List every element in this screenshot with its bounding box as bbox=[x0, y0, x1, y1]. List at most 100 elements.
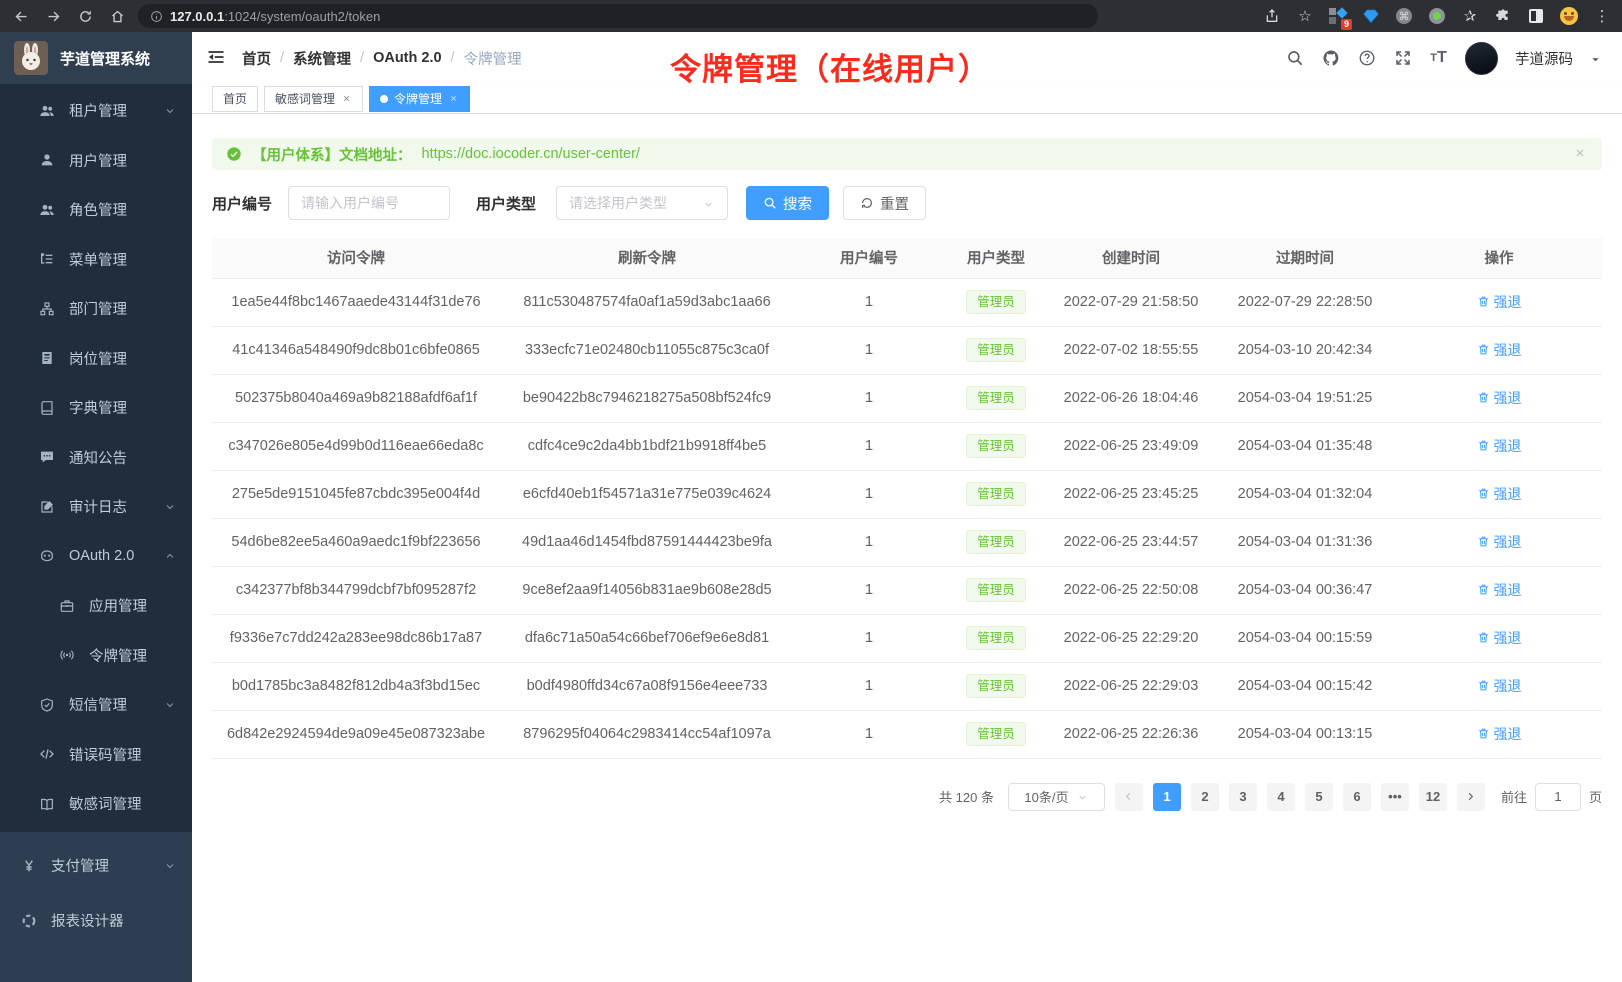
sidebar-item[interactable]: 通知公告 bbox=[0, 433, 192, 483]
sidebar-item[interactable]: 应用管理 bbox=[0, 581, 192, 631]
sidebar: 芋道管理系统 租户管理 用户管理 角色管理 bbox=[0, 32, 192, 982]
expires-at-cell: 2022-07-29 22:28:50 bbox=[1214, 278, 1396, 326]
user-type-select[interactable]: 请选择用户类型 bbox=[556, 186, 728, 220]
refresh-token-cell: dfa6c71a50a54c66bef706ef9e6e8d81 bbox=[500, 614, 794, 662]
sidebar-item[interactable]: 菜单管理 bbox=[0, 235, 192, 285]
page-number-button[interactable]: 4 bbox=[1267, 783, 1295, 811]
sidebar-item[interactable]: 支付管理 bbox=[0, 838, 192, 893]
sidebar-item[interactable]: 令牌管理 bbox=[0, 631, 192, 681]
font-size-icon[interactable]: TT bbox=[1429, 49, 1448, 68]
recorder-extension-icon[interactable] bbox=[1427, 6, 1447, 26]
search-icon[interactable] bbox=[1285, 49, 1304, 68]
column-header: 过期时间 bbox=[1214, 238, 1396, 278]
home-icon[interactable] bbox=[106, 5, 128, 27]
page-tab[interactable]: 令牌管理 bbox=[369, 86, 470, 112]
sidebar-item[interactable]: 短信管理 bbox=[0, 680, 192, 730]
page-number-button[interactable]: 12 bbox=[1419, 783, 1447, 811]
user-name[interactable]: 芋道源码 bbox=[1515, 48, 1573, 69]
force-logout-button[interactable]: 强退 bbox=[1477, 532, 1522, 552]
doc-link[interactable]: https://doc.iocoder.cn/user-center/ bbox=[422, 146, 640, 162]
access-token-cell: 502375b8040a469a9b82188afdf6af1f bbox=[212, 374, 500, 422]
user-avatar[interactable] bbox=[1465, 42, 1498, 75]
breadcrumb-item[interactable]: 令牌管理 bbox=[464, 48, 522, 69]
reload-icon[interactable] bbox=[74, 5, 96, 27]
trash-icon bbox=[1477, 295, 1490, 308]
page-tab[interactable]: 首页 bbox=[212, 86, 258, 112]
app-logo[interactable]: 芋道管理系统 bbox=[0, 32, 192, 84]
bookmark-star-icon[interactable]: ☆ bbox=[1295, 6, 1315, 26]
github-icon[interactable] bbox=[1321, 49, 1340, 68]
browser-menu-icon[interactable]: ⋮ bbox=[1592, 6, 1612, 26]
next-page-button[interactable] bbox=[1457, 783, 1485, 811]
address-bar[interactable]: 127.0.0.1:1024/system/oauth2/token bbox=[138, 4, 1098, 28]
sidebar-item[interactable]: 租户管理 bbox=[0, 86, 192, 136]
puzzle-extension-icon[interactable] bbox=[1493, 6, 1513, 26]
search-button[interactable]: 搜索 bbox=[746, 186, 829, 220]
info-icon[interactable] bbox=[150, 10, 163, 23]
report-icon bbox=[20, 912, 37, 929]
table-row: c347026e805e4d99b0d116eae66eda8c cdfc4ce… bbox=[212, 422, 1602, 470]
gem-extension-icon[interactable] bbox=[1361, 6, 1381, 26]
forward-icon[interactable] bbox=[42, 5, 64, 27]
user-id-input[interactable] bbox=[288, 186, 450, 220]
sidebar-fold-icon[interactable] bbox=[206, 47, 228, 69]
force-logout-button[interactable]: 强退 bbox=[1477, 340, 1522, 360]
page-number-button[interactable]: 3 bbox=[1229, 783, 1257, 811]
goto-page-input[interactable] bbox=[1535, 783, 1581, 811]
breadcrumb-item[interactable]: 系统管理 bbox=[293, 48, 351, 69]
prev-page-button[interactable] bbox=[1115, 783, 1143, 811]
reset-button[interactable]: 重置 bbox=[843, 186, 926, 220]
tab-close-icon[interactable] bbox=[341, 93, 352, 104]
command-extension-icon[interactable]: ⌘ bbox=[1394, 6, 1414, 26]
page-number-button[interactable]: 1 bbox=[1153, 783, 1181, 811]
extension-cluster-icon[interactable]: 9 bbox=[1328, 6, 1348, 26]
force-logout-button[interactable]: 强退 bbox=[1477, 724, 1522, 744]
page-number-button[interactable]: 5 bbox=[1305, 783, 1333, 811]
force-logout-button[interactable]: 强退 bbox=[1477, 388, 1522, 408]
alert-close-icon[interactable] bbox=[1574, 147, 1588, 161]
force-logout-button[interactable]: 强退 bbox=[1477, 580, 1522, 600]
breadcrumb-item[interactable]: OAuth 2.0 bbox=[373, 50, 441, 66]
green-star-extension-icon[interactable]: ✰ bbox=[1460, 6, 1480, 26]
page-number-button[interactable]: 6 bbox=[1343, 783, 1371, 811]
token-table: 访问令牌刷新令牌用户编号用户类型创建时间过期时间操作 1ea5e44f8bc14… bbox=[212, 238, 1602, 759]
back-icon[interactable] bbox=[10, 5, 32, 27]
force-logout-button[interactable]: 强退 bbox=[1477, 484, 1522, 504]
page-number-button[interactable]: ••• bbox=[1381, 783, 1409, 811]
tab-close-icon[interactable] bbox=[448, 93, 459, 104]
access-token-cell: b0d1785bc3a8482f812db4a3f3bd15ec bbox=[212, 662, 500, 710]
user-type-badge: 管理员 bbox=[966, 578, 1026, 602]
caret-down-icon[interactable] bbox=[1590, 52, 1602, 64]
sidebar-item[interactable]: 敏感词管理 bbox=[0, 779, 192, 829]
sidebar-item[interactable]: 错误码管理 bbox=[0, 730, 192, 780]
user-type-badge: 管理员 bbox=[966, 530, 1026, 554]
sidebar-item[interactable]: 报表设计器 bbox=[0, 893, 192, 948]
browser-chrome: 127.0.0.1:1024/system/oauth2/token ☆ 9 ⌘… bbox=[0, 0, 1622, 32]
sidebar-item[interactable]: 岗位管理 bbox=[0, 334, 192, 384]
breadcrumb-item[interactable]: 首页 bbox=[242, 48, 271, 69]
share-icon[interactable] bbox=[1262, 6, 1282, 26]
table-row: f9336e7c7dd242a283ee98dc86b17a87 dfa6c71… bbox=[212, 614, 1602, 662]
magnifier-icon bbox=[763, 196, 777, 210]
sidebar-item[interactable]: 审计日志 bbox=[0, 482, 192, 532]
force-logout-button[interactable]: 强退 bbox=[1477, 292, 1522, 312]
sidebar-item[interactable]: 角色管理 bbox=[0, 185, 192, 235]
refresh-icon bbox=[860, 196, 874, 210]
force-logout-button[interactable]: 强退 bbox=[1477, 628, 1522, 648]
sidebar-item[interactable]: 部门管理 bbox=[0, 284, 192, 334]
user-type-badge: 管理员 bbox=[966, 338, 1026, 362]
help-icon[interactable] bbox=[1357, 49, 1376, 68]
force-logout-button[interactable]: 强退 bbox=[1477, 436, 1522, 456]
user-id-label: 用户编号 bbox=[212, 193, 272, 214]
force-logout-button[interactable]: 强退 bbox=[1477, 676, 1522, 696]
url-text: 127.0.0.1:1024/system/oauth2/token bbox=[170, 9, 380, 24]
sidebar-item[interactable]: OAuth 2.0 bbox=[0, 532, 192, 582]
profile-avatar-icon[interactable] bbox=[1559, 6, 1579, 26]
page-size-select[interactable]: 10条/页 bbox=[1008, 783, 1105, 811]
page-number-button[interactable]: 2 bbox=[1191, 783, 1219, 811]
fullscreen-icon[interactable] bbox=[1393, 49, 1412, 68]
sidebar-item[interactable]: 用户管理 bbox=[0, 136, 192, 186]
sidebar-item[interactable]: 字典管理 bbox=[0, 383, 192, 433]
page-tab[interactable]: 敏感词管理 bbox=[264, 86, 363, 112]
sidepanel-icon[interactable] bbox=[1526, 6, 1546, 26]
